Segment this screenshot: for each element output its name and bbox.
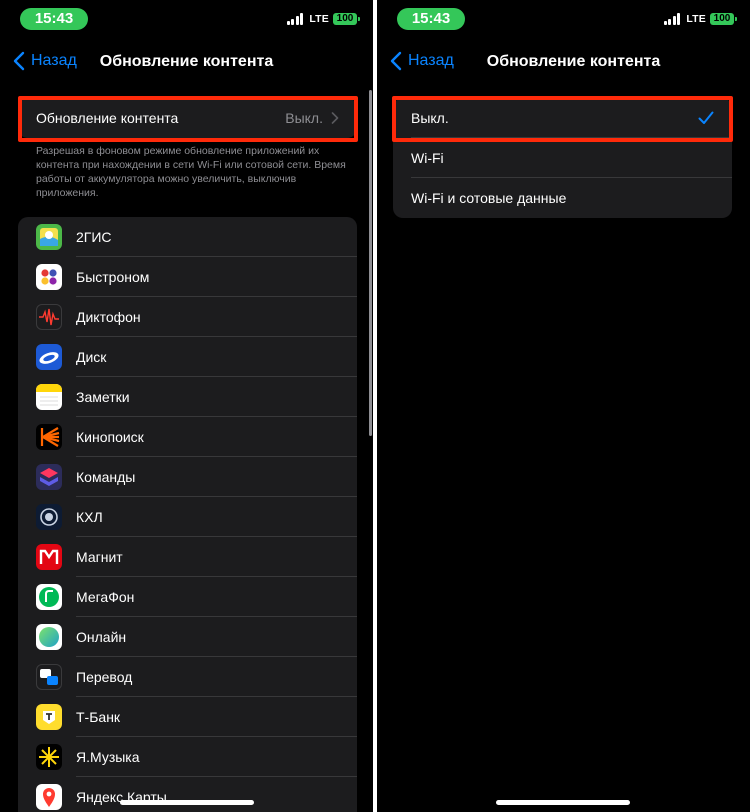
online-icon (36, 624, 62, 650)
page-title: Обновление контента (486, 53, 661, 70)
refresh-options-screen: 15:43 LTE 100 Назад Обновление контента … (377, 0, 750, 812)
options-group: Выкл. Wi-Fi Wi-Fi и сотовые данные (393, 98, 732, 218)
list-item[interactable]: Т-Банк (18, 697, 357, 737)
status-time[interactable]: 15:43 (20, 8, 88, 30)
chevron-right-icon (331, 112, 339, 124)
khl-icon (36, 504, 62, 530)
list-item[interactable]: Команды (18, 457, 357, 497)
refresh-setting-label: Обновление контента (36, 110, 179, 126)
list-item[interactable]: Я.Музыка (18, 737, 357, 777)
network-type: LTE (309, 13, 329, 25)
app-list: 2ГИС Быстроном Диктофон Диск Заметки Кин… (18, 217, 357, 812)
map-icon (36, 224, 62, 250)
option-off[interactable]: Выкл. (393, 98, 732, 138)
list-item[interactable]: Быстроном (18, 257, 357, 297)
home-indicator[interactable] (496, 800, 630, 805)
status-indicators: LTE 100 (286, 13, 360, 25)
magnit-icon (36, 544, 62, 570)
pin-icon (36, 784, 62, 810)
signal-icon (286, 13, 304, 25)
option-label: Wi-Fi и сотовые данные (411, 190, 567, 206)
music-icon (36, 744, 62, 770)
scroll-indicator[interactable] (369, 90, 372, 436)
network-type: LTE (686, 13, 706, 25)
list-item[interactable]: Перевод (18, 657, 357, 697)
status-time[interactable]: 15:43 (397, 8, 465, 30)
list-item[interactable]: Яндекс Карты (18, 777, 357, 812)
option-wifi[interactable]: Wi-Fi (393, 138, 732, 178)
list-item[interactable]: Кинопоиск (18, 417, 357, 457)
option-wifi-cellular[interactable]: Wi-Fi и сотовые данные (393, 178, 732, 218)
kinopoisk-icon (36, 424, 62, 450)
dots-icon (36, 264, 62, 290)
notes-icon (36, 384, 62, 410)
waveform-icon (36, 304, 62, 330)
tbank-icon (36, 704, 62, 730)
home-indicator[interactable] (120, 800, 254, 805)
list-item[interactable]: Диктофон (18, 297, 357, 337)
footnote-text: Разрешая в фоновом режиме обновление при… (36, 145, 346, 199)
list-item[interactable]: Онлайн (18, 617, 357, 657)
battery-icon: 100 (710, 13, 737, 25)
list-item[interactable]: МегаФон (18, 577, 357, 617)
disk-icon (36, 344, 62, 370)
shortcuts-icon (36, 464, 62, 490)
list-item[interactable]: КХЛ (18, 497, 357, 537)
refresh-setting-row[interactable]: Обновление контента Выкл. (18, 98, 357, 138)
signal-icon (663, 13, 681, 25)
option-label: Выкл. (411, 110, 449, 126)
list-item[interactable]: Заметки (18, 377, 357, 417)
option-label: Wi-Fi (411, 150, 444, 166)
list-item[interactable]: Диск (18, 337, 357, 377)
translate-icon (36, 664, 62, 690)
background-refresh-screen: 15:43 LTE 100 Назад Обновление контента … (0, 0, 373, 812)
status-indicators: LTE 100 (663, 13, 737, 25)
battery-icon: 100 (333, 13, 360, 25)
list-item[interactable]: 2ГИС (18, 217, 357, 257)
refresh-setting-group: Обновление контента Выкл. (18, 98, 357, 138)
refresh-setting-value: Выкл. (285, 110, 323, 126)
megafon-icon (36, 584, 62, 610)
page-title: Обновление контента (99, 53, 274, 70)
checkmark-icon (698, 111, 714, 124)
list-item[interactable]: Магнит (18, 537, 357, 577)
